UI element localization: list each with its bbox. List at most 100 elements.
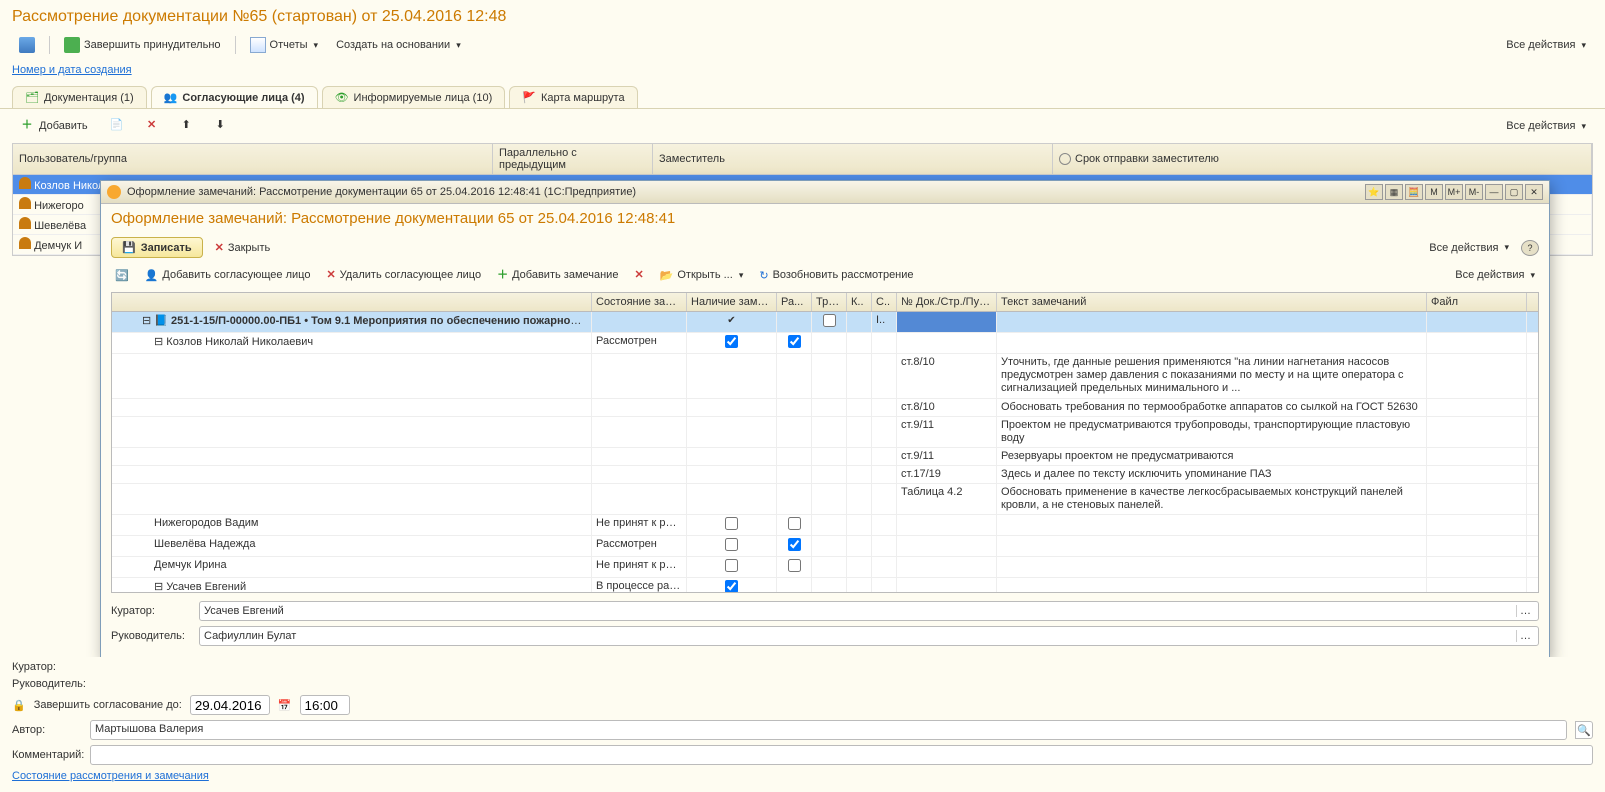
col-s[interactable]: С.. xyxy=(872,293,897,311)
col-state[interactable]: Состояние задачи xyxy=(592,293,687,311)
window-mplus-button[interactable]: М+ xyxy=(1445,184,1463,200)
col-text[interactable]: Текст замечаний xyxy=(997,293,1427,311)
col-deputy[interactable]: Заместитель xyxy=(653,144,1053,174)
save-button[interactable] xyxy=(12,34,42,56)
tab-approvers[interactable]: 👥Согласующие лица (4) xyxy=(151,86,318,108)
checkbox[interactable] xyxy=(725,538,738,551)
table-row[interactable]: ст.9/11 Проектом не предусматриваются тр… xyxy=(112,417,1538,448)
col-ra[interactable]: Ра... xyxy=(777,293,812,311)
window-minimize-button[interactable]: — xyxy=(1485,184,1503,200)
del-person-label: Удалить согласующее лицо xyxy=(340,269,481,281)
user-icon xyxy=(19,197,31,209)
picker-button[interactable]: … xyxy=(1516,630,1534,642)
window-calc-button[interactable]: 🧮 xyxy=(1405,184,1423,200)
table-row[interactable]: ст.8/10 Уточнить, где данные решения при… xyxy=(112,354,1538,399)
checkbox[interactable] xyxy=(788,538,801,551)
sub-toolbar: ＋Добавить 📄 ✕ ⬆ ⬇ Все действия xyxy=(0,109,1605,143)
table-row[interactable]: Таблица 4.2 Обосновать применение в каче… xyxy=(112,484,1538,515)
col-docref[interactable]: № Док./Стр./Пун... xyxy=(897,293,997,311)
window-maximize-button[interactable]: ▢ xyxy=(1505,184,1523,200)
table-row[interactable]: ст.8/10 Обосновать требования по термооб… xyxy=(112,399,1538,417)
help-button[interactable]: ? xyxy=(1521,240,1539,256)
finish-time-input[interactable] xyxy=(300,695,350,715)
cell-text: Обосновать требования по термообработке … xyxy=(997,399,1427,416)
reports-dropdown[interactable]: Отчеты xyxy=(243,34,326,56)
save-button[interactable]: 💾Записать xyxy=(111,237,203,258)
expand-icon[interactable]: ⊟ xyxy=(154,581,163,592)
expand-icon[interactable]: ⊟ xyxy=(154,336,163,348)
checkbox[interactable] xyxy=(788,517,801,530)
curator-field[interactable]: Усачев Евгений… xyxy=(199,601,1539,621)
copy-button[interactable]: 📄 xyxy=(103,115,133,137)
create-based-dropdown[interactable]: Создать на основании xyxy=(329,34,468,56)
all-actions-dropdown[interactable]: Все действия xyxy=(1425,240,1513,256)
state-remarks-link[interactable]: Состояние рассмотрения и замечания xyxy=(12,770,209,782)
comment-field[interactable] xyxy=(90,745,1593,765)
tab-informed[interactable]: 👁Информируемые лица (10) xyxy=(322,86,506,108)
remarks-grid: Состояние задачи Наличие заме... Ра... Т… xyxy=(111,292,1539,593)
move-up-button[interactable]: ⬆ xyxy=(175,115,205,137)
add-button[interactable]: ＋Добавить xyxy=(12,115,95,137)
checkbox[interactable] xyxy=(823,314,836,327)
manager-field[interactable]: Сафиуллин Булат… xyxy=(199,626,1539,646)
remarks-grid-body[interactable]: ⊟ 📘 251-1-15/П-00000.00-ПБ1 • Том 9.1 Ме… xyxy=(112,312,1538,592)
tab-route-map[interactable]: 🚩Карта маршрута xyxy=(509,86,637,108)
tab-documentation[interactable]: 🗂Документация (1) xyxy=(12,86,147,108)
map-icon: 🚩 xyxy=(522,91,536,104)
add-label: Добавить xyxy=(39,120,88,132)
picker-button[interactable]: … xyxy=(1516,605,1534,617)
cell-state: Не принят к рас... xyxy=(592,557,687,577)
add-remark-button[interactable]: ＋Добавить замечание xyxy=(493,266,622,284)
close-button[interactable]: ✕Закрыть xyxy=(211,239,275,257)
col-has-remarks[interactable]: Наличие заме... xyxy=(687,293,777,311)
table-row[interactable]: ⊟ Усачев Евгений В процессе рас... xyxy=(112,578,1538,592)
author-field[interactable]: Мартышова Валерия xyxy=(90,720,1567,740)
add-person-button[interactable]: 👤Добавить согласующее лицо xyxy=(141,267,315,284)
checkbox[interactable] xyxy=(725,335,738,348)
checkbox[interactable] xyxy=(725,517,738,530)
table-row[interactable]: Нижегородов Вадим Не принят к рас... xyxy=(112,515,1538,536)
all-actions-dropdown-2[interactable]: Все действия xyxy=(1499,115,1593,137)
number-date-link[interactable]: Номер и дата создания xyxy=(0,60,144,80)
window-buttons: ⭐ ▦ 🧮 М М+ М- — ▢ ✕ xyxy=(1365,184,1543,200)
table-row[interactable]: ст.17/19 Здесь и далее по тексту исключи… xyxy=(112,466,1538,484)
refresh-button[interactable]: 🔄 xyxy=(111,267,133,284)
delete-button[interactable]: ✕ xyxy=(137,115,167,137)
dialog-titlebar[interactable]: Оформление замечаний: Рассмотрение докум… xyxy=(101,181,1549,204)
col-name[interactable] xyxy=(112,293,592,311)
all-actions-dropdown[interactable]: Все действия xyxy=(1499,34,1593,56)
window-close-button[interactable]: ✕ xyxy=(1525,184,1543,200)
col-file[interactable]: Файл xyxy=(1427,293,1527,311)
window-mminus-button[interactable]: М- xyxy=(1465,184,1483,200)
window-star-button[interactable]: ⭐ xyxy=(1365,184,1383,200)
calendar-button[interactable]: 📅 xyxy=(278,699,292,712)
expand-icon[interactable]: ⊟ xyxy=(142,315,151,327)
move-down-button[interactable]: ⬇ xyxy=(209,115,239,137)
all-actions-dropdown-2[interactable]: Все действия xyxy=(1451,267,1539,283)
col-k[interactable]: К.. xyxy=(847,293,872,311)
window-m-button[interactable]: М xyxy=(1425,184,1443,200)
search-button[interactable]: 🔍 xyxy=(1575,721,1593,739)
del-person-button[interactable]: ✕Удалить согласующее лицо xyxy=(322,266,485,284)
table-row[interactable]: Демчук Ирина Не принят к рас... xyxy=(112,557,1538,578)
table-row[interactable]: Шевелёва Надежда Рассмотрен xyxy=(112,536,1538,557)
table-row[interactable]: ⊟ Козлов Николай Николаевич Рассмотрен xyxy=(112,333,1538,354)
force-finish-button[interactable]: Завершить принудительно xyxy=(57,34,228,56)
open-dropdown[interactable]: 📂Открыть ... xyxy=(656,267,748,284)
del-remark-button[interactable]: ✕ xyxy=(630,266,647,284)
table-row[interactable]: ⊟ 📘 251-1-15/П-00000.00-ПБ1 • Том 9.1 Ме… xyxy=(112,312,1538,333)
col-deputy-send[interactable]: Срок отправки заместителю xyxy=(1053,144,1592,174)
clock-icon xyxy=(1059,153,1071,165)
checkbox[interactable] xyxy=(788,335,801,348)
checkbox[interactable] xyxy=(725,559,738,572)
checkbox[interactable] xyxy=(788,559,801,572)
col-user-group[interactable]: Пользователь/группа xyxy=(13,144,493,174)
checkbox[interactable] xyxy=(725,580,738,592)
table-row[interactable]: ст.9/11 Резервуары проектом не предусмат… xyxy=(112,448,1538,466)
window-grid-button[interactable]: ▦ xyxy=(1385,184,1403,200)
outer-toolbar: Завершить принудительно Отчеты Создать н… xyxy=(0,30,1605,60)
finish-date-input[interactable] xyxy=(190,695,270,715)
col-treb[interactable]: Тре... xyxy=(812,293,847,311)
col-parallel[interactable]: Параллельно с предыдущим xyxy=(493,144,653,174)
resume-button[interactable]: ↻Возобновить рассмотрение xyxy=(755,267,917,284)
